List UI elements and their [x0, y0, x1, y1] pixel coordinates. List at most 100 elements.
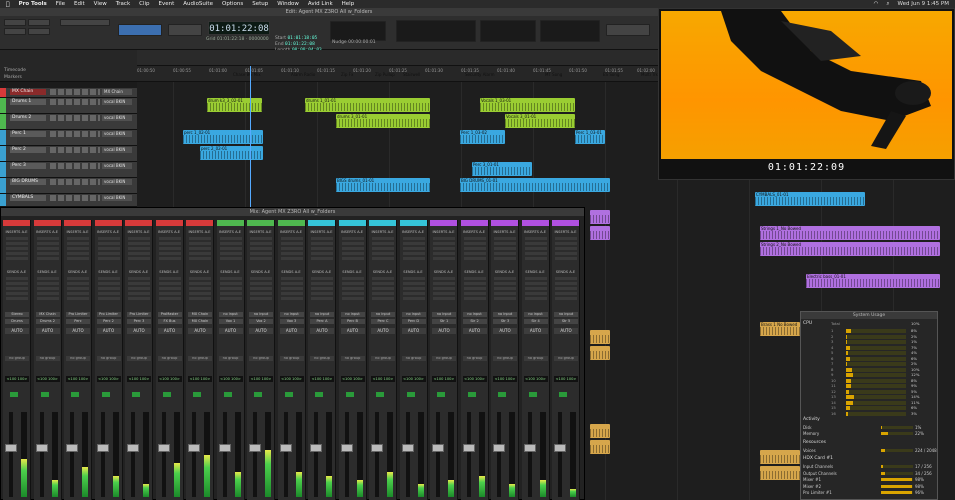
send-slot[interactable] [189, 297, 211, 300]
pan-display[interactable]: <100 100> [66, 376, 90, 382]
send-slot[interactable] [67, 292, 89, 295]
send-slot[interactable] [372, 297, 394, 300]
group-selector[interactable]: no group [157, 356, 182, 361]
record-enable-button[interactable] [528, 392, 537, 397]
fader-cap[interactable] [35, 444, 48, 452]
insert-slot[interactable] [494, 252, 516, 255]
track-name[interactable]: BIG DRUMS [10, 179, 46, 185]
audio-clip[interactable] [760, 450, 800, 464]
audio-clip[interactable]: perc 2_02-01 [200, 146, 263, 160]
channel-strip[interactable]: INSERTS A-E SENDS A-E no input Str 5 AUTO no … [552, 220, 580, 500]
send-slot[interactable] [158, 277, 181, 280]
menu-event[interactable]: Event [159, 1, 175, 7]
insert-slot[interactable] [36, 237, 59, 240]
output-selector[interactable]: Perc C [371, 319, 395, 324]
input-selector[interactable]: no input [462, 312, 487, 317]
input-selector[interactable]: no input [554, 312, 578, 317]
insert-slot[interactable] [341, 257, 364, 260]
track-name[interactable]: CYMBALS [10, 195, 46, 201]
volume-fader[interactable] [131, 412, 135, 497]
send-slot[interactable] [555, 297, 577, 300]
insert-slot[interactable] [555, 247, 577, 250]
output-selector[interactable]: Perc D [401, 319, 426, 324]
volume-fader[interactable] [527, 412, 532, 497]
input-selector[interactable]: no input [371, 312, 395, 317]
insert-slot[interactable] [158, 257, 181, 260]
channel-strip[interactable]: INSERTS A-E SENDS A-E no input Perc C AUTO no… [369, 220, 397, 500]
send-slot[interactable] [97, 282, 120, 285]
insert-slot[interactable] [463, 247, 486, 250]
send-slot[interactable] [97, 287, 120, 290]
pan-display[interactable]: <100 100> [127, 376, 151, 382]
automation-mode[interactable]: AUTO [493, 328, 517, 334]
insert-slot[interactable] [250, 237, 272, 240]
pan-display[interactable]: <100 100> [340, 376, 365, 382]
audio-clip[interactable]: perc 1_02-01 [183, 130, 263, 144]
send-slot[interactable] [402, 292, 425, 295]
automation-mode[interactable]: AUTO [523, 328, 548, 334]
insert-slot[interactable] [219, 247, 242, 250]
channel-strip[interactable]: INSERTS A-E SENDS A-E Stereo Drums AUTO no gr… [3, 220, 31, 500]
menu-clip[interactable]: Clip [139, 1, 149, 7]
track-output[interactable]: vocal BKIN [102, 163, 132, 169]
menu-help[interactable]: Help [342, 1, 355, 7]
audio-clip[interactable]: Perc 1_03-01 [575, 130, 605, 144]
track-name[interactable]: Drums 1 [10, 99, 46, 105]
nudge-value[interactable]: Nudge 00:00:00:01 [332, 40, 376, 45]
send-slot[interactable] [158, 282, 181, 285]
insert-slot[interactable] [494, 247, 516, 250]
search-icon[interactable]: ⌕ [886, 1, 889, 8]
sync-tempo-display[interactable] [540, 20, 600, 42]
group-selector[interactable]: no group [340, 356, 365, 361]
mix-window[interactable]: Mix: Agent MX Z3RO All w_Folders INSERTS… [0, 207, 585, 500]
send-slot[interactable] [250, 282, 272, 285]
automation-mode[interactable]: AUTO [432, 328, 456, 334]
video-window[interactable]: 01:01:22:09 [658, 8, 955, 180]
insert-slot[interactable] [524, 237, 547, 240]
send-slot[interactable] [6, 292, 28, 295]
insert-slot[interactable] [341, 242, 364, 245]
record-enable-button[interactable] [254, 392, 262, 397]
send-slot[interactable] [280, 277, 303, 280]
automation-mode[interactable]: AUTO [340, 328, 365, 334]
insert-slot[interactable] [402, 257, 425, 260]
volume-fader[interactable] [344, 412, 349, 497]
send-slot[interactable] [402, 287, 425, 290]
insert-slot[interactable] [524, 257, 547, 260]
pan-display[interactable]: <100 100> [96, 376, 121, 382]
track-buttons[interactable] [50, 179, 100, 185]
send-slot[interactable] [36, 277, 59, 280]
insert-slot[interactable] [280, 237, 303, 240]
input-selector[interactable]: no input [340, 312, 365, 317]
insert-slot[interactable] [189, 252, 211, 255]
track-header[interactable]: Drums 2 vocal BKIN [0, 114, 137, 130]
automation-mode[interactable]: AUTO [371, 328, 395, 334]
insert-slot[interactable] [189, 242, 211, 245]
volume-fader[interactable] [70, 412, 74, 497]
send-slot[interactable] [67, 282, 89, 285]
insert-slot[interactable] [97, 247, 120, 250]
volume-fader[interactable] [222, 412, 227, 497]
send-slot[interactable] [128, 282, 150, 285]
insert-slot[interactable] [219, 252, 242, 255]
send-slot[interactable] [433, 292, 455, 295]
send-slot[interactable] [189, 277, 211, 280]
pan-display[interactable]: <100 100> [310, 376, 334, 382]
track-buttons[interactable] [50, 89, 100, 95]
send-slot[interactable] [372, 292, 394, 295]
insert-slot[interactable] [97, 257, 120, 260]
cpu-label[interactable]: CPU [803, 321, 812, 326]
volume-fader[interactable] [375, 412, 379, 497]
insert-slot[interactable] [402, 237, 425, 240]
channel-strip[interactable]: INSERTS A-E SENDS A-E no input Str 1 AUTO no … [430, 220, 458, 500]
send-slot[interactable] [128, 277, 150, 280]
insert-slot[interactable] [433, 252, 455, 255]
fader-cap[interactable] [523, 444, 536, 452]
send-slot[interactable] [6, 282, 28, 285]
output-selector[interactable]: Vox 3 [279, 319, 304, 324]
group-selector[interactable]: no group [5, 356, 29, 361]
send-slot[interactable] [402, 282, 425, 285]
menu-options[interactable]: Options [222, 1, 243, 7]
input-selector[interactable]: Pro Limiter [96, 312, 121, 317]
hdx-card-label[interactable]: HDX Card #1 [803, 456, 833, 461]
